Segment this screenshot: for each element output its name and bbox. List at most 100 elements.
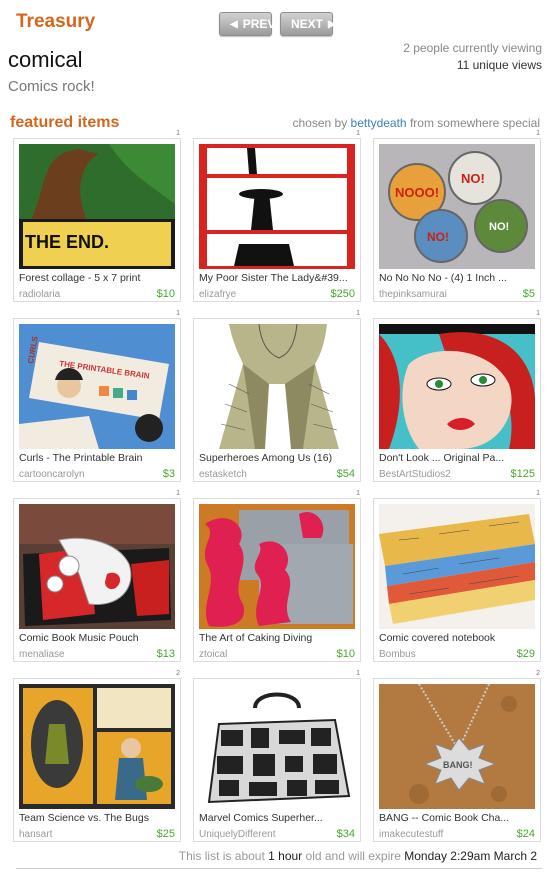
item-name[interactable]: No No No No - (4) 1 Inch ...	[379, 272, 537, 284]
list-subtitle: Comics rock!	[8, 78, 95, 95]
item-rank: 1	[536, 130, 540, 137]
unique-views: 11 unique views	[456, 58, 542, 72]
item-card[interactable]: 1 THE END. Forest collage - 5 x 7 print …	[13, 130, 181, 302]
place-label: somewhere special	[437, 116, 540, 130]
item-thumbnail[interactable]: THE END.	[19, 144, 175, 269]
item-rank: 1	[356, 130, 360, 137]
item-seller[interactable]: hansart	[19, 829, 52, 840]
next-label: NEXT	[291, 17, 324, 31]
item-card[interactable]: 1 Marvel Comics Superher... UniquelyDiff…	[193, 670, 361, 842]
item-thumbnail[interactable]: THE PRINTABLE BRAIN CURLS	[19, 324, 175, 449]
item-seller[interactable]: Bombus	[379, 649, 416, 660]
item-rank: 1	[356, 310, 360, 317]
prev-button[interactable]: ◀ PREV	[219, 12, 275, 36]
from-label: from	[409, 116, 434, 130]
item-card[interactable]: 2 BANG! BANG -- Comic Book Cha... imakec…	[373, 670, 541, 842]
item-name[interactable]: Don't Look ... Original Pa...	[379, 452, 537, 464]
item-seller[interactable]: cartooncarolyn	[19, 469, 85, 480]
item-rank: 1	[176, 130, 180, 137]
chevron-right-icon: ▶	[328, 18, 336, 30]
item-thumbnail[interactable]	[199, 144, 355, 269]
item-name[interactable]: The Art of Caking Diving	[199, 632, 357, 644]
item-seller[interactable]: ztoical	[199, 649, 227, 660]
no-text-2: NO!	[427, 230, 449, 244]
item-name[interactable]: Comic Book Music Pouch	[19, 632, 177, 644]
list-age: 1 hour	[268, 849, 303, 863]
item-name[interactable]: My Poor Sister The Lady&#39...	[199, 272, 357, 284]
item-price: $10	[336, 648, 355, 660]
expiry-date: Monday 2:29am March 2	[404, 849, 537, 863]
list-title: comical	[8, 47, 83, 72]
item-thumbnail[interactable]	[19, 504, 175, 629]
chosen-by-label: chosen by	[292, 116, 348, 130]
item-price: $54	[336, 468, 355, 480]
item-name[interactable]: Marvel Comics Superher...	[199, 812, 357, 824]
next-button[interactable]: NEXT ▶	[280, 12, 336, 36]
item-card[interactable]: 1 Superheroes Among Us (16) estasketch $…	[193, 310, 361, 482]
item-price: $3	[162, 468, 175, 480]
item-seller[interactable]: UniquelyDifferent	[199, 829, 276, 840]
the-end-text: THE END.	[25, 232, 109, 252]
item-rank: 1	[536, 490, 540, 497]
chevron-left-icon: ◀	[230, 18, 238, 30]
item-thumbnail[interactable]: NOOO! NO! NO! NO!	[379, 144, 535, 269]
item-price: $125	[510, 468, 535, 480]
item-seller[interactable]: estasketch	[199, 469, 247, 480]
item-rank: 1	[176, 310, 180, 317]
item-name[interactable]: Curls - The Printable Brain	[19, 452, 177, 464]
item-name[interactable]: Forest collage - 5 x 7 print	[19, 272, 177, 284]
item-thumbnail[interactable]	[199, 324, 355, 449]
item-seller[interactable]: BestArtStudios2	[379, 469, 451, 480]
item-card[interactable]: 1 Comic Book Music Pouch menaliase $13	[13, 490, 181, 662]
item-card[interactable]: 1 Comic covered notebook Bombus $29	[373, 490, 541, 662]
item-card[interactable]: 1 The Art of Caking Diving ztoical $10	[193, 490, 361, 662]
item-card[interactable]: 1 THE PRINTABLE BRAIN CURLS Curls - The …	[13, 310, 181, 482]
expiry-middle: old and will expire	[305, 849, 401, 863]
featured-heading: featured items	[10, 114, 120, 131]
item-name[interactable]: BANG -- Comic Book Cha...	[379, 812, 537, 824]
item-seller[interactable]: thepinksamurai	[379, 289, 447, 300]
item-rank: 2	[176, 670, 180, 677]
item-seller[interactable]: imakecutestuff	[379, 829, 443, 840]
no-text-3: NO!	[489, 221, 509, 233]
curator-link[interactable]: bettydeath	[351, 116, 407, 130]
item-rank: 1	[176, 490, 180, 497]
item-card[interactable]: 2 Team Science vs. The Bugs hansart $25	[13, 670, 181, 842]
item-name[interactable]: Superheroes Among Us (16)	[199, 452, 357, 464]
expiry-prefix: This list is about	[178, 849, 265, 863]
item-seller[interactable]: radiolaria	[19, 289, 60, 300]
item-rank: 1	[356, 490, 360, 497]
nooo-text: NOOO!	[395, 185, 439, 200]
item-card[interactable]: 1 Don't Look ... Original Pa... BestArtS…	[373, 310, 541, 482]
item-seller[interactable]: menaliase	[19, 649, 65, 660]
item-thumbnail[interactable]	[199, 684, 355, 809]
item-thumbnail[interactable]	[199, 504, 355, 629]
no-text-1: NO!	[461, 171, 485, 186]
item-rank: 2	[536, 670, 540, 677]
prev-label: PREV	[242, 17, 276, 31]
item-price: $10	[156, 288, 175, 300]
item-thumbnail[interactable]	[19, 684, 175, 809]
expiry-note: This list is about 1 hour old and will e…	[179, 849, 537, 863]
item-name[interactable]: Team Science vs. The Bugs	[19, 812, 177, 824]
item-price: $250	[330, 288, 355, 300]
item-seller[interactable]: elizafrye	[199, 289, 236, 300]
chosen-by: chosen by bettydeath from somewhere spec…	[293, 116, 541, 130]
treasury-brand[interactable]: Treasury	[16, 11, 95, 33]
item-rank: 1	[356, 670, 360, 677]
item-price: $24	[516, 828, 535, 840]
item-price: $5	[522, 288, 535, 300]
footer-divider	[16, 868, 542, 869]
item-name[interactable]: Comic covered notebook	[379, 632, 537, 644]
bang-text: BANG!	[443, 760, 473, 770]
item-price: $25	[156, 828, 175, 840]
item-rank: 1	[536, 310, 540, 317]
item-card[interactable]: 1 My Poor Sister The Lady&#39... elizafr…	[193, 130, 361, 302]
item-card[interactable]: 1 NOOO! NO! NO! NO! No No No No - (4) 1 …	[373, 130, 541, 302]
item-thumbnail[interactable]	[379, 504, 535, 629]
item-thumbnail[interactable]	[379, 324, 535, 449]
item-price: $34	[336, 828, 355, 840]
item-price: $29	[516, 648, 535, 660]
item-price: $13	[156, 648, 175, 660]
item-thumbnail[interactable]: BANG!	[379, 684, 535, 809]
